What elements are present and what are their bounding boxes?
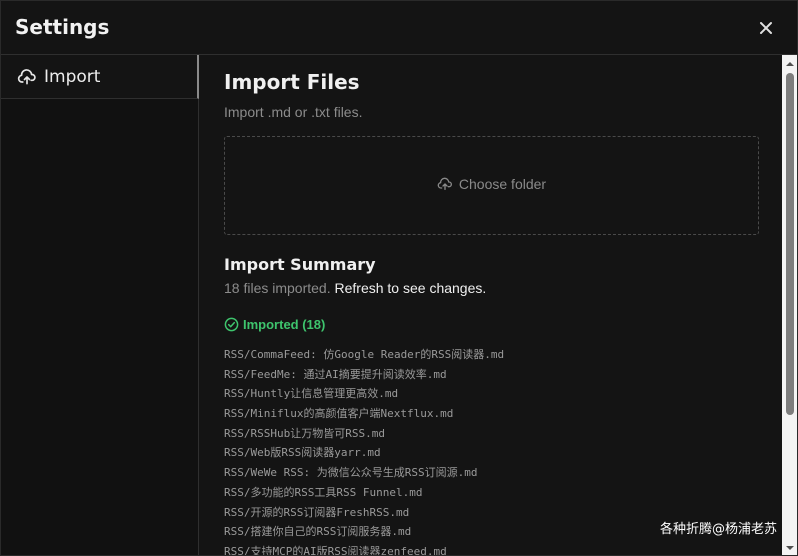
close-icon [760,22,772,34]
watermark-text: 各种折腾@杨浦老苏 [659,522,777,537]
list-item: RSS/Huntly让信息管理更高效.md [224,387,399,401]
settings-dialog: Settings Import Import Files Import .md … [0,0,798,556]
choose-folder-label: Choose folder [458,176,547,192]
import-summary-title: Import Summary [224,255,376,274]
list-item: RSS/Web版RSS阅读器yarr.md [224,446,381,460]
cloud-upload-icon [437,176,453,192]
import-panel: Import Files Import .md or .txt files. C… [200,55,782,556]
check-circle-icon [224,317,239,332]
list-item: RSS/RSSHub让万物皆可RSS.md [224,426,385,440]
dialog-title: Settings [15,15,110,39]
list-item: RSS/WeWe RSS: 为微信公众号生成RSS订阅源.md [224,466,478,480]
list-item: RSS/Miniflux的高颜值客户端Nextflux.md [224,407,454,421]
scrollbar-thumb[interactable] [786,73,794,415]
choose-folder-dropzone[interactable]: Choose folder [224,136,759,235]
dropzone-content: Choose folder [225,176,758,192]
list-item: RSS/多功能的RSS工具RSS Funnel.md [224,485,423,499]
list-item: RSS/开源的RSS订阅器FreshRSS.md [224,505,410,519]
settings-sidebar: Import [1,55,199,555]
close-button[interactable] [753,15,779,41]
dialog-header: Settings [1,1,797,55]
list-item: RSS/CommaFeed: 仿Google Reader的RSS阅读器.md [224,348,505,361]
import-count-text: 18 files imported. [224,280,331,296]
import-files-title: Import Files [224,70,360,94]
cloud-upload-icon [17,67,37,87]
import-summary-line: 18 files imported. Refresh to see change… [224,280,486,296]
list-item: RSS/FeedMe: 通过AI摘要提升阅读效率.md [224,367,447,381]
refresh-hint-text: Refresh to see changes. [334,280,487,296]
scroll-down-arrow-icon[interactable] [785,544,795,552]
imported-header: Imported (18) [224,317,325,332]
vertical-scrollbar[interactable] [782,55,797,555]
sidebar-item-label: Import [44,67,101,87]
list-item: RSS/支持MCP的AI版RSS阅读器zenfeed.md [224,544,447,556]
list-item: RSS/搭建你自己的RSS订阅服务器.md [224,525,412,539]
sidebar-item-import[interactable]: Import [1,55,199,99]
imported-label: Imported (18) [243,317,326,332]
imported-file-list: RSS/CommaFeed: 仿Google Reader的RSS阅读器.md … [224,345,505,556]
scroll-up-arrow-icon[interactable] [785,60,795,68]
import-files-subtitle: Import .md or .txt files. [224,104,363,120]
